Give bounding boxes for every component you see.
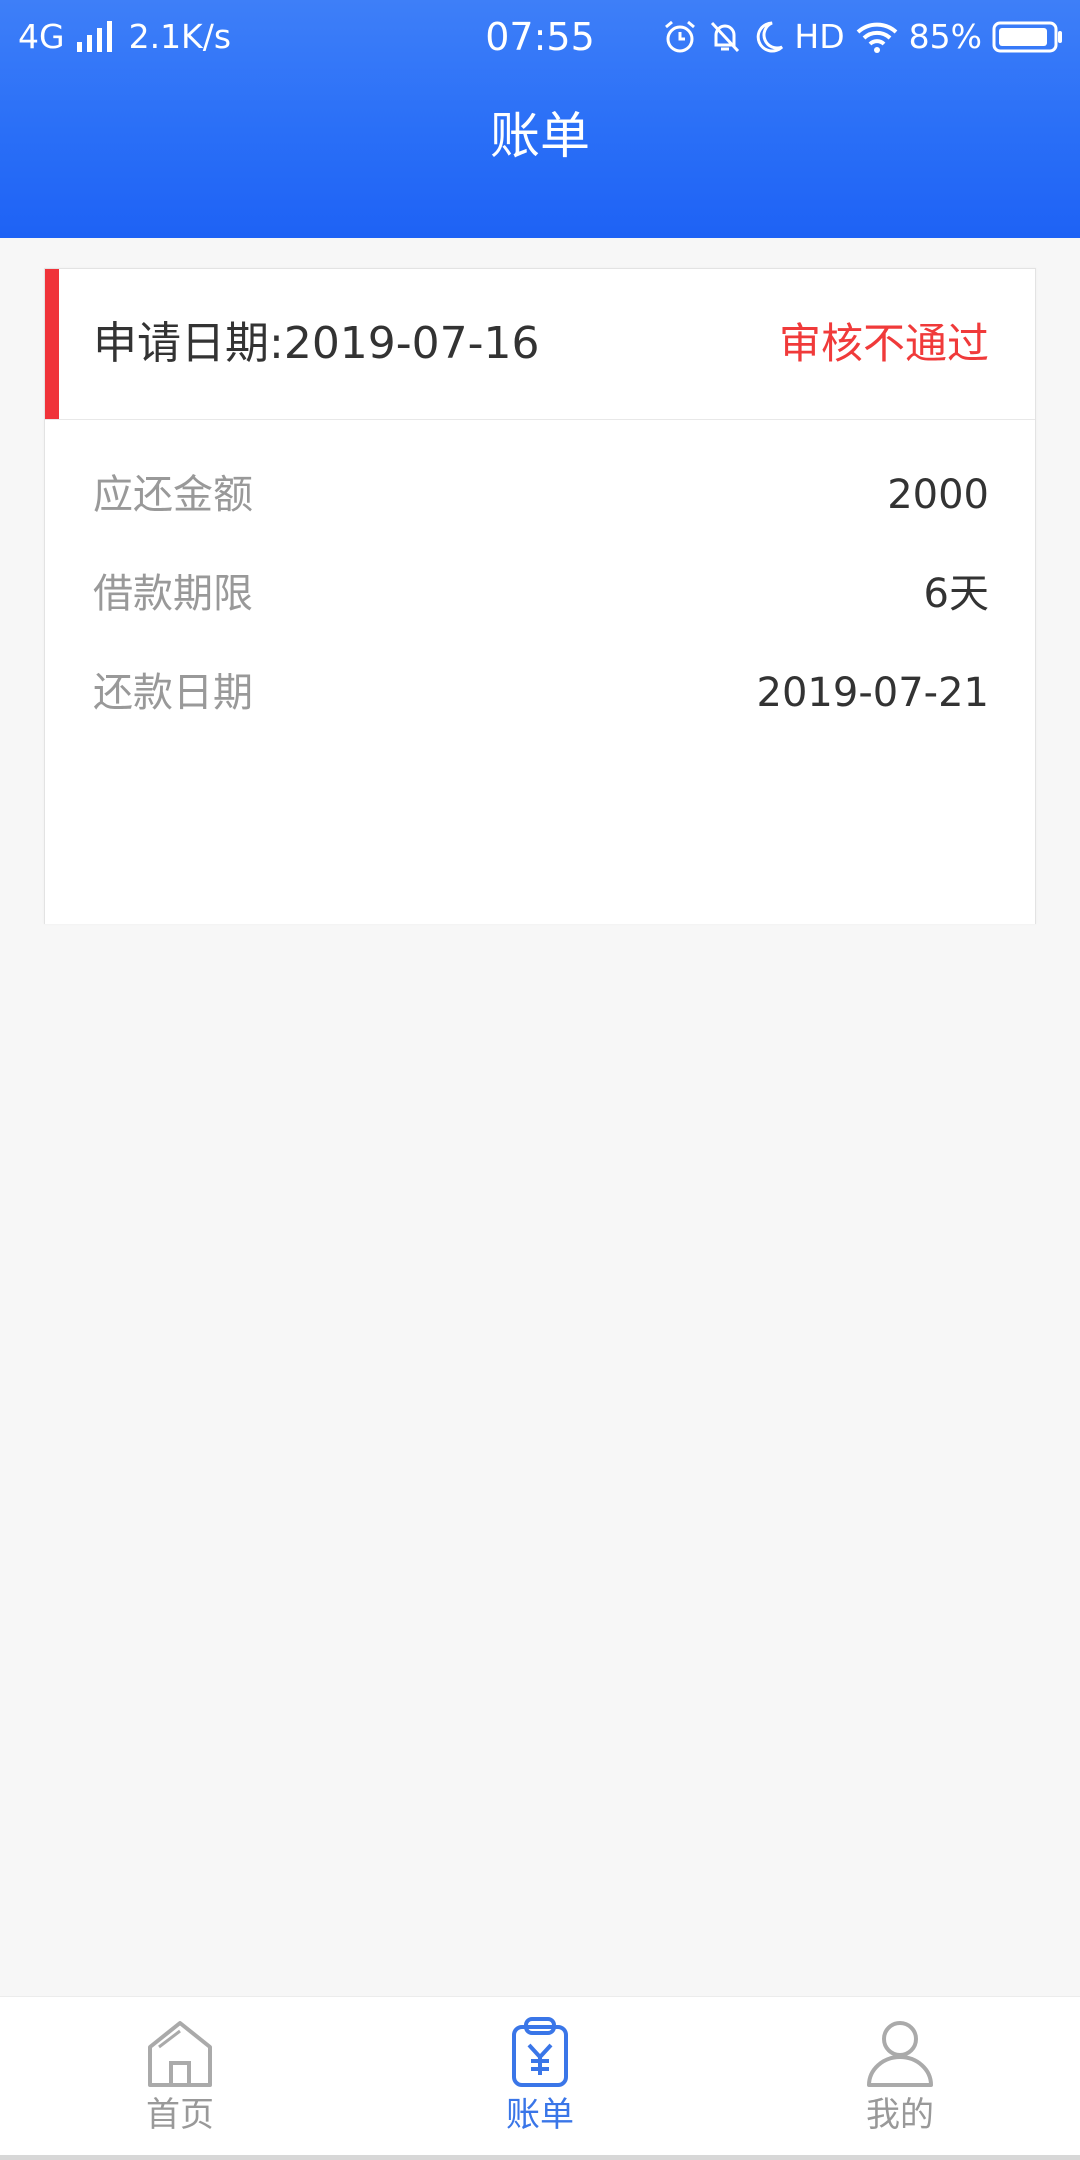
tab-label: 首页 xyxy=(146,2095,214,2135)
detail-value: 6天 xyxy=(923,571,989,617)
page-title: 账单 xyxy=(490,107,590,165)
battery-percent: 85% xyxy=(908,17,982,56)
user-icon xyxy=(867,2021,933,2087)
detail-row-due-date: 还款日期 2019-07-21 xyxy=(93,663,989,723)
status-right: HD 85% xyxy=(662,0,1064,74)
home-indicator xyxy=(0,2155,1080,2160)
hd-indicator: HD xyxy=(794,17,845,56)
wifi-icon xyxy=(856,22,897,53)
bill-card[interactable]: 申请日期:2019-07-16 审核不通过 应还金额 2000 借款期限 6天 … xyxy=(44,268,1036,924)
tab-home[interactable]: 首页 xyxy=(80,1997,280,2160)
bill-card-header: 申请日期:2019-07-16 审核不通过 xyxy=(45,269,1035,420)
detail-row-amount: 应还金额 2000 xyxy=(93,465,989,525)
detail-label: 还款日期 xyxy=(93,670,253,716)
bottom-tab-bar: 首页 账单 我的 xyxy=(0,1996,1080,2160)
bill-icon xyxy=(512,2017,568,2087)
detail-value: 2000 xyxy=(887,472,989,518)
tab-label: 账单 xyxy=(506,2095,574,2135)
tab-label: 我的 xyxy=(866,2095,934,2135)
home-icon xyxy=(148,2021,212,2087)
detail-row-term: 借款期限 6天 xyxy=(93,564,989,624)
review-status: 审核不通过 xyxy=(778,319,989,368)
apply-date: 申请日期:2019-07-16 xyxy=(93,318,540,369)
tab-mine[interactable]: 我的 xyxy=(800,1997,1000,2160)
mute-bell-icon xyxy=(711,21,740,53)
detail-label: 借款期限 xyxy=(93,571,253,617)
status-bar: 4G 2.1K/s 07:55 HD 85% xyxy=(0,0,1080,74)
moon-icon xyxy=(757,21,784,53)
detail-value: 2019-07-21 xyxy=(756,670,989,716)
detail-label: 应还金额 xyxy=(93,472,253,518)
app-root: 4G 2.1K/s 07:55 HD 85% 账单 申请日期:2019-07-1… xyxy=(0,0,1080,2160)
battery-icon xyxy=(992,21,1062,53)
card-accent-bar xyxy=(45,269,59,419)
alarm-icon xyxy=(665,20,696,53)
header: 4G 2.1K/s 07:55 HD 85% 账单 xyxy=(0,0,1080,238)
tab-bill[interactable]: 账单 xyxy=(440,1997,640,2160)
